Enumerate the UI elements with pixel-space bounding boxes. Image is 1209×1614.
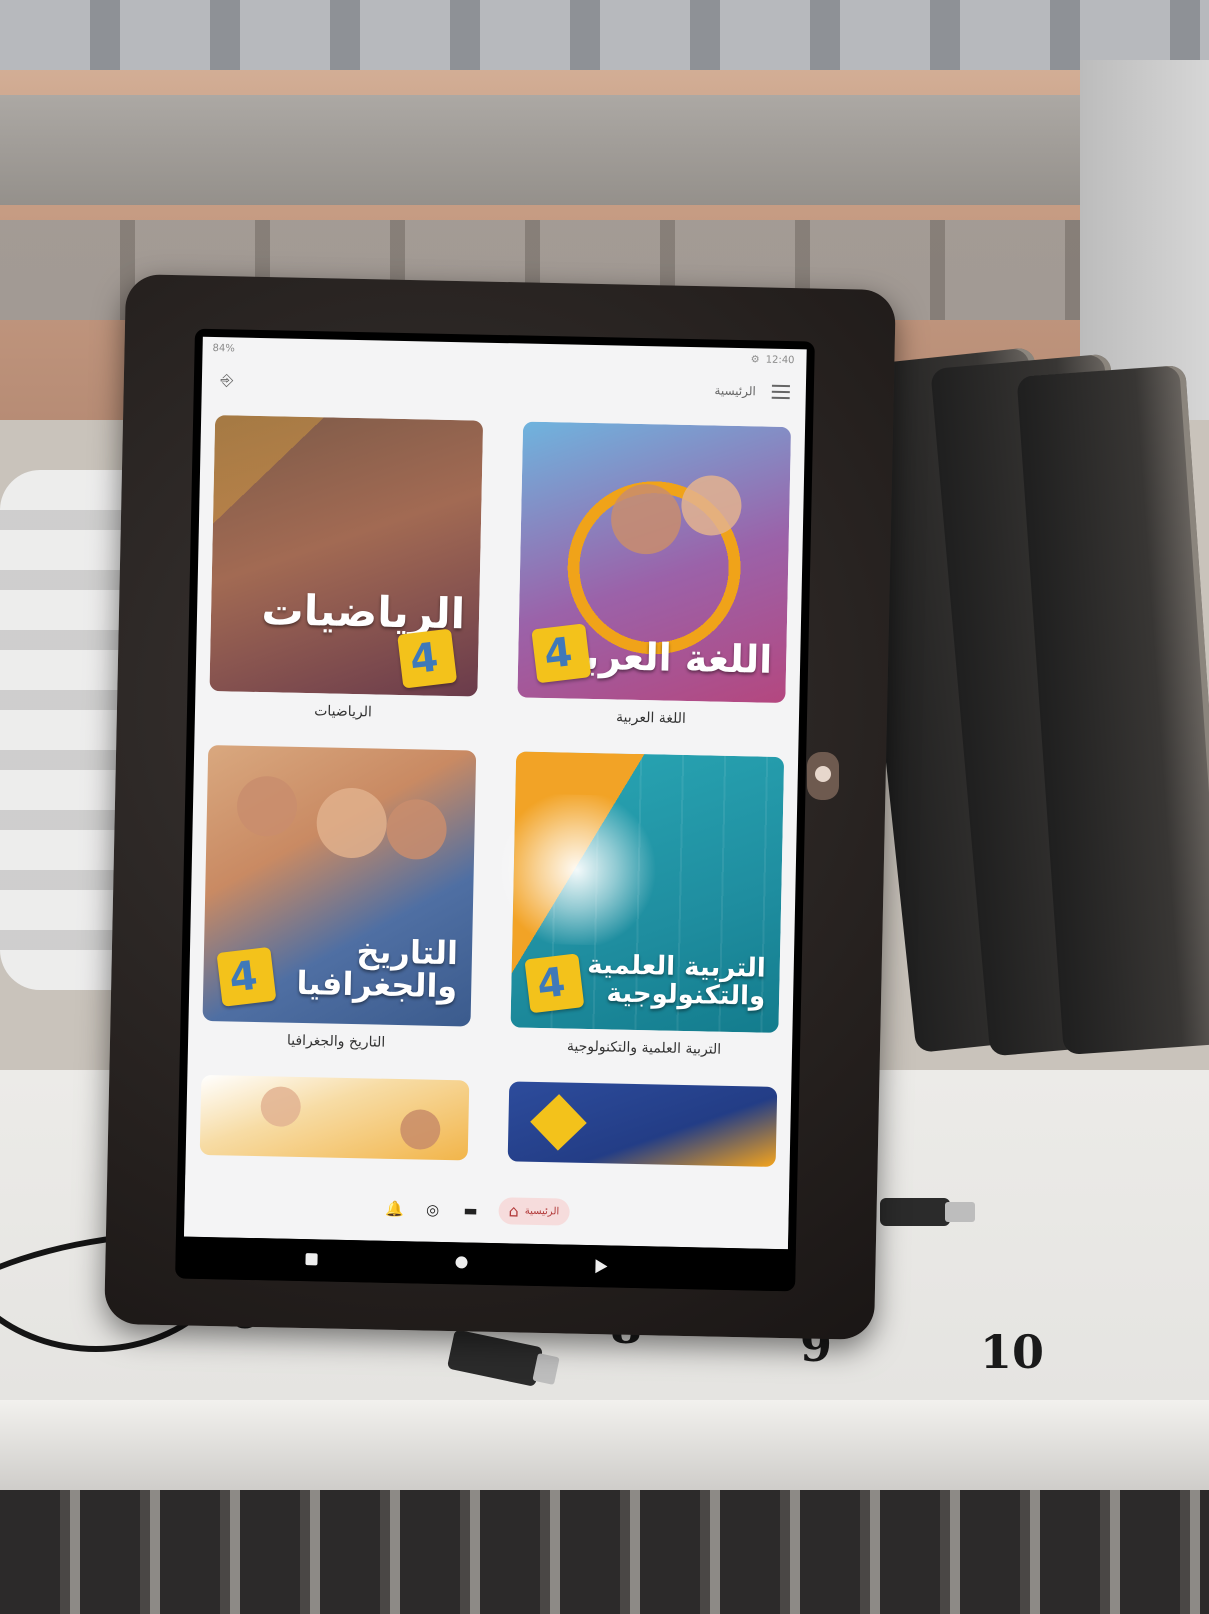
grade-number: 4 [541,629,575,679]
cover-illustration [315,787,388,859]
grade-badge: 4 [531,623,592,684]
book-cover[interactable]: التاريخ والجغرافيا 4 [202,744,477,1027]
cover-illustration [236,775,298,837]
book-cover[interactable] [507,1081,778,1167]
status-right: ⚙ 12:40 [751,354,795,366]
subject-label[interactable]: التربية العلمية والتكنولوجية [510,1037,778,1059]
tablet-screen: 84% ⚙ 12:40 ⎆ الرئيسية اللغة العربية 4 ا… [175,328,815,1292]
nav-home-button[interactable]: ⌂ الرئيسية [498,1197,570,1226]
settings-icon: ⚙ [750,354,760,366]
bell-icon[interactable]: 🔔 [384,1198,404,1218]
cover-illustration [260,1086,302,1127]
system-back-button[interactable] [595,1259,608,1274]
slot-number: 10 [980,1325,1045,1379]
subject-label[interactable]: التاريخ والجغرافيا [202,1031,470,1053]
subject-label[interactable]: الرياضيات [209,701,477,723]
cover-title: الرياضيات [261,584,466,639]
grade-number: 4 [534,959,568,1009]
subject-card-partial[interactable] [199,1074,470,1161]
cover-shape [530,1094,587,1151]
folder-icon[interactable]: ▬ [460,1200,480,1220]
grade-number: 4 [407,634,441,684]
grade-badge: 4 [524,953,585,1014]
book-cover[interactable]: التربية العلمية والتكنولوجية 4 [510,751,785,1033]
hamburger-menu-icon[interactable] [770,381,792,403]
subjects-grid: اللغة العربية 4 اللغة العربية الرياضيات … [199,415,792,1167]
cover-illustration [399,1109,441,1150]
nav-home-label: الرئيسية [524,1205,560,1218]
subject-card-partial[interactable] [507,1081,778,1167]
app-display: 84% ⚙ 12:40 ⎆ الرئيسية اللغة العربية 4 ا… [183,336,807,1250]
charging-rack-top [0,0,1209,70]
cover-illustration [680,474,743,537]
book-cover[interactable] [199,1074,470,1161]
book-cover[interactable]: الرياضيات 4 [209,415,484,697]
account-icon[interactable]: ◎ [422,1199,442,1219]
cover-illustration [385,798,448,860]
subject-card-arabic[interactable]: اللغة العربية 4 اللغة العربية [517,421,792,727]
grade-badge: 4 [397,628,458,689]
home-icon: ⌂ [508,1201,519,1221]
charging-rack-bar [0,95,1209,205]
battery-status: 84% [212,342,235,355]
clock: 12:40 [765,354,795,367]
grade-number: 4 [226,952,260,1002]
grade-badge: 4 [216,946,277,1007]
subject-card-history[interactable]: التاريخ والجغرافيا 4 التاريخ والجغرافيا [202,744,477,1051]
book-cover[interactable]: اللغة العربية 4 [517,421,792,704]
subject-card-math[interactable]: الرياضيات 4 الرياضيات [209,415,484,720]
cover-illustration [610,483,682,555]
subject-card-science[interactable]: التربية العلمية والتكنولوجية 4 التربية ا… [510,751,785,1058]
system-home-button[interactable] [455,1256,468,1269]
subject-label[interactable]: اللغة العربية [517,707,785,729]
page-title: الرئيسية [714,383,756,399]
bottom-nav-items: 🔔 ◎ ▬ ⌂ الرئيسية [384,1195,570,1226]
usb-plug-tip [945,1202,975,1222]
recent-apps-button[interactable] [305,1253,318,1266]
usb-plug [880,1198,950,1226]
logout-icon[interactable]: ⎆ [216,369,238,391]
tablet-camera [807,752,839,800]
